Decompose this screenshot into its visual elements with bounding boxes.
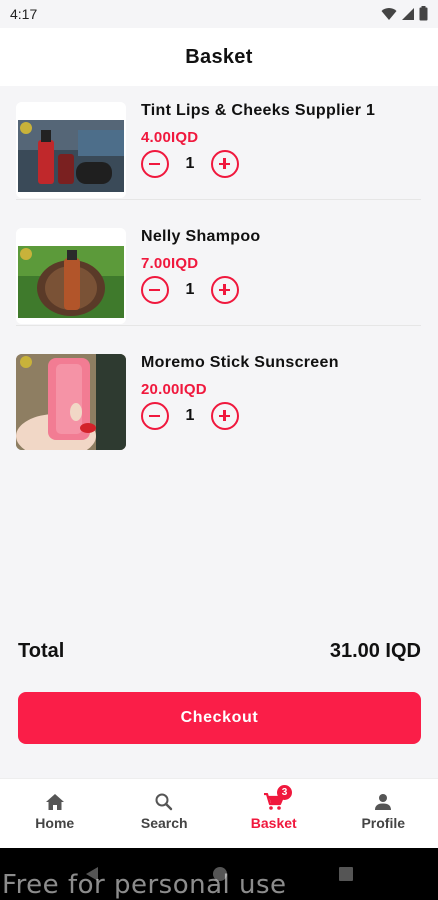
product-image[interactable] — [16, 354, 126, 450]
product-price: 4.00IQD — [141, 129, 199, 146]
search-icon — [155, 793, 173, 811]
nav-item-basket[interactable]: 3 Basket — [219, 779, 329, 848]
nav-label: Home — [35, 815, 75, 831]
increase-quantity-button[interactable] — [211, 276, 239, 304]
quantity-stepper: 1 — [141, 150, 239, 178]
app-header: Basket — [0, 28, 438, 86]
nav-label: Search — [140, 815, 188, 831]
wifi-icon — [381, 7, 397, 20]
signal-icon — [402, 7, 414, 20]
product-name[interactable]: Tint Lips & Cheeks Supplier 1 — [141, 102, 375, 120]
increase-quantity-button[interactable] — [211, 402, 239, 430]
basket-item: Nelly Shampoo 7.00IQD 1 — [16, 214, 421, 326]
watermark: Free for personal use — [2, 870, 287, 900]
product-price: 20.00IQD — [141, 381, 207, 398]
status-icons — [381, 6, 428, 21]
status-bar: 4:17 — [0, 0, 438, 28]
product-price: 7.00IQD — [141, 255, 199, 272]
product-image[interactable] — [16, 102, 126, 198]
basket-item: Tint Lips & Cheeks Supplier 1 4.00IQD 1 — [16, 88, 421, 200]
total-label: Total — [18, 640, 65, 662]
bottom-nav: Home Search 3 Basket Profile — [0, 778, 438, 848]
checkout-button[interactable]: Checkout — [18, 692, 421, 744]
quantity-stepper: 1 — [141, 402, 239, 430]
home-icon — [45, 794, 64, 810]
quantity-value: 1 — [185, 407, 195, 424]
person-icon — [375, 794, 392, 810]
nav-label: Profile — [361, 815, 406, 831]
nav-item-search[interactable]: Search — [110, 779, 220, 848]
decrease-quantity-button[interactable] — [141, 276, 169, 304]
page-title: Basket — [185, 45, 253, 68]
nav-label: Basket — [250, 815, 297, 831]
product-image[interactable] — [16, 228, 126, 324]
product-name[interactable]: Moremo Stick Sunscreen — [141, 354, 339, 372]
cart-count-badge: 3 — [277, 785, 292, 800]
status-time: 4:17 — [10, 6, 38, 22]
basket-item: Moremo Stick Sunscreen 20.00IQD 1 — [16, 340, 421, 452]
decrease-quantity-button[interactable] — [141, 150, 169, 178]
nav-item-profile[interactable]: Profile — [329, 779, 438, 848]
quantity-value: 1 — [185, 155, 195, 172]
nav-item-home[interactable]: Home — [0, 779, 110, 848]
total-row: Total 31.00 IQD — [18, 640, 421, 663]
product-name[interactable]: Nelly Shampoo — [141, 228, 260, 246]
increase-quantity-button[interactable] — [211, 150, 239, 178]
quantity-value: 1 — [185, 281, 195, 298]
recents-icon[interactable] — [338, 866, 354, 882]
decrease-quantity-button[interactable] — [141, 402, 169, 430]
battery-icon — [419, 6, 428, 21]
quantity-stepper: 1 — [141, 276, 239, 304]
total-value: 31.00 IQD — [329, 640, 421, 662]
